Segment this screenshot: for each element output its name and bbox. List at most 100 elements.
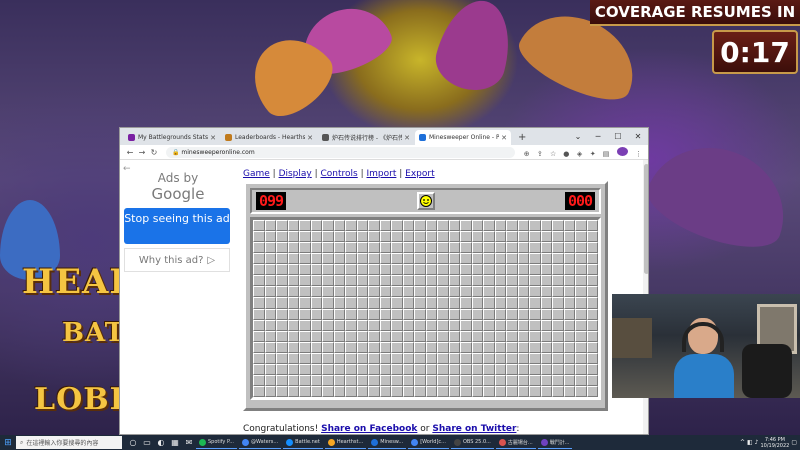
mine-cell[interactable]	[299, 231, 311, 243]
mine-cell[interactable]	[575, 363, 587, 375]
mine-cell[interactable]	[448, 308, 460, 320]
mine-cell[interactable]	[425, 275, 437, 287]
mine-cell[interactable]	[483, 352, 495, 364]
mine-cell[interactable]	[333, 297, 345, 309]
mine-cell[interactable]	[471, 297, 483, 309]
mine-cell[interactable]	[356, 341, 368, 353]
mine-cell[interactable]	[322, 220, 334, 232]
mine-cell[interactable]	[356, 264, 368, 276]
mine-cell[interactable]	[391, 374, 403, 386]
mine-cell[interactable]	[310, 297, 322, 309]
mine-cell[interactable]	[253, 286, 265, 298]
mine-cell[interactable]	[414, 253, 426, 265]
mine-cell[interactable]	[414, 352, 426, 364]
mine-cell[interactable]	[494, 352, 506, 364]
taskbar-app[interactable]: 戰鬥計...	[537, 436, 573, 449]
mine-cell[interactable]	[368, 352, 380, 364]
mine-cell[interactable]	[563, 385, 575, 397]
mine-cell[interactable]	[517, 308, 529, 320]
mine-cell[interactable]	[540, 330, 552, 342]
close-window-icon[interactable]: ✕	[628, 128, 648, 145]
mine-cell[interactable]	[575, 330, 587, 342]
mine-cell[interactable]	[586, 330, 598, 342]
mine-cell[interactable]	[276, 264, 288, 276]
mine-cell[interactable]	[402, 286, 414, 298]
mine-cell[interactable]	[529, 264, 541, 276]
mine-cell[interactable]	[506, 385, 518, 397]
mine-cell[interactable]	[575, 352, 587, 364]
mine-cell[interactable]	[345, 231, 357, 243]
mine-cell[interactable]	[517, 330, 529, 342]
mine-cell[interactable]	[552, 308, 564, 320]
mine-cell[interactable]	[483, 385, 495, 397]
mine-cell[interactable]	[586, 264, 598, 276]
mine-cell[interactable]	[506, 330, 518, 342]
extension-icon[interactable]: ●	[561, 150, 572, 158]
mine-cell[interactable]	[425, 374, 437, 386]
mine-cell[interactable]	[517, 220, 529, 232]
mine-cell[interactable]	[586, 319, 598, 331]
mine-cell[interactable]	[506, 352, 518, 364]
mine-cell[interactable]	[563, 220, 575, 232]
mine-cell[interactable]	[379, 385, 391, 397]
mine-cell[interactable]	[437, 286, 449, 298]
new-tab-button[interactable]: +	[512, 130, 532, 145]
mine-cell[interactable]	[356, 363, 368, 375]
mine-cell[interactable]	[506, 242, 518, 254]
mine-cell[interactable]	[425, 352, 437, 364]
taskbar-search[interactable]: ⌕ 在這裡輸入你要搜尋的內容	[16, 436, 122, 449]
mine-cell[interactable]	[460, 242, 472, 254]
mine-cell[interactable]	[471, 319, 483, 331]
mine-cell[interactable]	[425, 385, 437, 397]
minimize-icon[interactable]: ─	[588, 128, 608, 145]
forward-icon[interactable]: →	[136, 148, 148, 157]
mine-cell[interactable]	[460, 308, 472, 320]
mine-cell[interactable]	[460, 264, 472, 276]
mine-cell[interactable]	[287, 341, 299, 353]
mine-cell[interactable]	[414, 231, 426, 243]
mine-cell[interactable]	[460, 374, 472, 386]
mine-cell[interactable]	[540, 352, 552, 364]
mine-cell[interactable]	[356, 330, 368, 342]
mine-cell[interactable]	[356, 385, 368, 397]
chevron-up-icon[interactable]: ^	[740, 439, 745, 446]
mine-cell[interactable]	[529, 297, 541, 309]
mine-cell[interactable]	[483, 231, 495, 243]
mine-cell[interactable]	[391, 220, 403, 232]
mine-cell[interactable]	[368, 385, 380, 397]
mine-cell[interactable]	[322, 275, 334, 287]
mine-cell[interactable]	[425, 220, 437, 232]
mine-cell[interactable]	[287, 231, 299, 243]
mine-cell[interactable]	[471, 385, 483, 397]
mine-cell[interactable]	[276, 319, 288, 331]
puzzle-icon[interactable]: ✦	[587, 150, 598, 158]
reload-icon[interactable]: ↻	[148, 148, 160, 157]
mine-cell[interactable]	[586, 220, 598, 232]
mine-cell[interactable]	[402, 242, 414, 254]
mine-cell[interactable]	[276, 286, 288, 298]
mine-cell[interactable]	[253, 253, 265, 265]
mine-cell[interactable]	[483, 253, 495, 265]
mine-cell[interactable]	[586, 297, 598, 309]
mine-cell[interactable]	[264, 253, 276, 265]
mine-cell[interactable]	[517, 286, 529, 298]
mine-cell[interactable]	[460, 220, 472, 232]
mine-cell[interactable]	[322, 363, 334, 375]
mine-cell[interactable]	[552, 275, 564, 287]
mine-cell[interactable]	[494, 220, 506, 232]
mine-cell[interactable]	[368, 220, 380, 232]
mine-cell[interactable]	[540, 275, 552, 287]
mine-cell[interactable]	[483, 363, 495, 375]
mine-cell[interactable]	[563, 264, 575, 276]
mine-cell[interactable]	[448, 297, 460, 309]
mine-cell[interactable]	[540, 286, 552, 298]
mine-cell[interactable]	[529, 308, 541, 320]
mine-cell[interactable]	[391, 341, 403, 353]
stop-seeing-ad-button[interactable]: Stop seeing this ad	[124, 208, 230, 244]
mine-cell[interactable]	[552, 352, 564, 364]
mine-cell[interactable]	[402, 330, 414, 342]
mine-cell[interactable]	[586, 253, 598, 265]
mine-cell[interactable]	[460, 363, 472, 375]
mine-cell[interactable]	[414, 308, 426, 320]
mine-cell[interactable]	[448, 275, 460, 287]
